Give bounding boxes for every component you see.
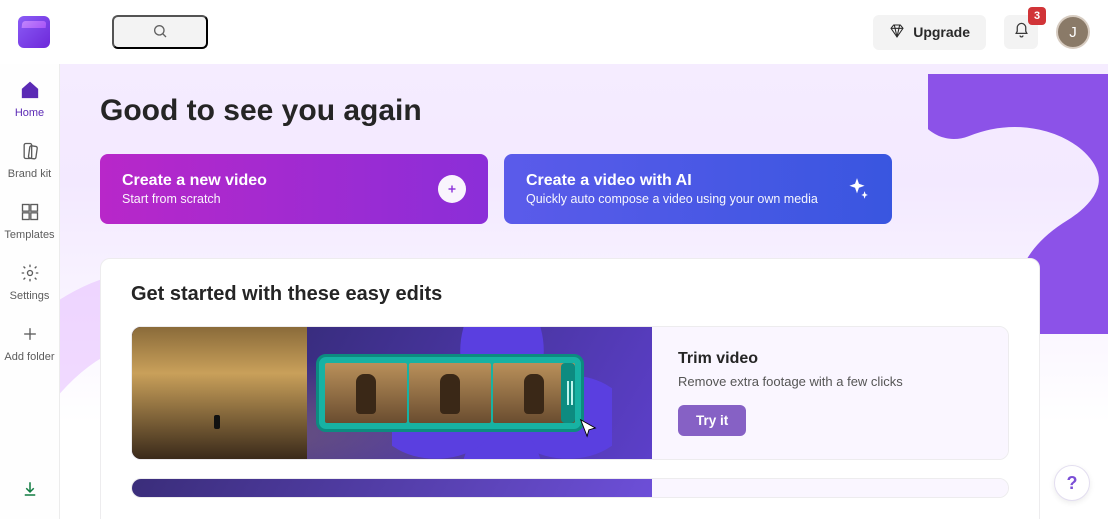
main-content: Good to see you again Create a new video…: [60, 64, 1108, 519]
sidebar-item-brand-kit[interactable]: Brand kit: [0, 131, 59, 192]
home-icon: [20, 80, 40, 103]
gear-icon: [20, 263, 40, 286]
sidebar-item-label: Home: [15, 107, 44, 119]
card-subtitle: Quickly auto compose a video using your …: [526, 192, 818, 206]
avatar[interactable]: J: [1056, 15, 1090, 49]
sidebar-item-settings[interactable]: Settings: [0, 253, 59, 314]
app-logo[interactable]: [18, 16, 50, 48]
help-icon: ?: [1067, 473, 1078, 494]
upgrade-label: Upgrade: [913, 24, 970, 40]
edit-title: Trim video: [678, 350, 982, 368]
plus-icon: [20, 324, 40, 347]
templates-icon: [20, 202, 40, 225]
sidebar-item-label: Settings: [10, 290, 50, 302]
sidebar-item-add-folder[interactable]: Add folder: [0, 314, 59, 375]
bell-icon: [1013, 22, 1030, 42]
card-subtitle: Start from scratch: [122, 192, 267, 206]
download-indicator[interactable]: [0, 480, 59, 503]
sidebar: Home Brand kit Templates Settings Add fo…: [0, 64, 60, 519]
panel-heading: Get started with these easy edits: [131, 283, 1009, 306]
notification-badge: 3: [1028, 7, 1046, 25]
trim-strip-graphic: [316, 354, 584, 432]
sidebar-item-label: Add folder: [4, 351, 54, 363]
sidebar-item-label: Brand kit: [8, 168, 51, 180]
edit-description: Remove extra footage with a few clicks: [678, 374, 982, 389]
help-button[interactable]: ?: [1054, 465, 1090, 501]
easy-edits-panel: Get started with these easy edits: [100, 258, 1040, 519]
search-icon: [152, 23, 168, 42]
card-title: Create a video with AI: [526, 172, 818, 190]
card-title: Create a new video: [122, 172, 267, 190]
download-icon: [21, 480, 39, 503]
sidebar-item-label: Templates: [4, 229, 54, 241]
edit-card-trim: Trim video Remove extra footage with a f…: [131, 326, 1009, 460]
diamond-icon: [889, 23, 905, 42]
try-it-button[interactable]: Try it: [678, 405, 746, 436]
create-new-video-card[interactable]: Create a new video Start from scratch: [100, 154, 488, 224]
top-bar: Upgrade 3 J: [0, 0, 1108, 64]
search-button[interactable]: [112, 15, 208, 49]
brand-kit-icon: [20, 141, 40, 164]
create-ai-video-card[interactable]: Create a video with AI Quickly auto comp…: [504, 154, 892, 224]
sidebar-item-home[interactable]: Home: [0, 70, 59, 131]
page-title: Good to see you again: [100, 94, 1040, 128]
avatar-initial: J: [1069, 24, 1077, 41]
sparkle-icon: [844, 176, 870, 202]
plus-circle-icon: [438, 175, 466, 203]
edit-thumbnail: [132, 327, 652, 459]
sidebar-item-templates[interactable]: Templates: [0, 192, 59, 253]
edit-card-next-peek: [131, 478, 1009, 498]
upgrade-button[interactable]: Upgrade: [873, 15, 986, 50]
cursor-icon: [577, 417, 599, 439]
